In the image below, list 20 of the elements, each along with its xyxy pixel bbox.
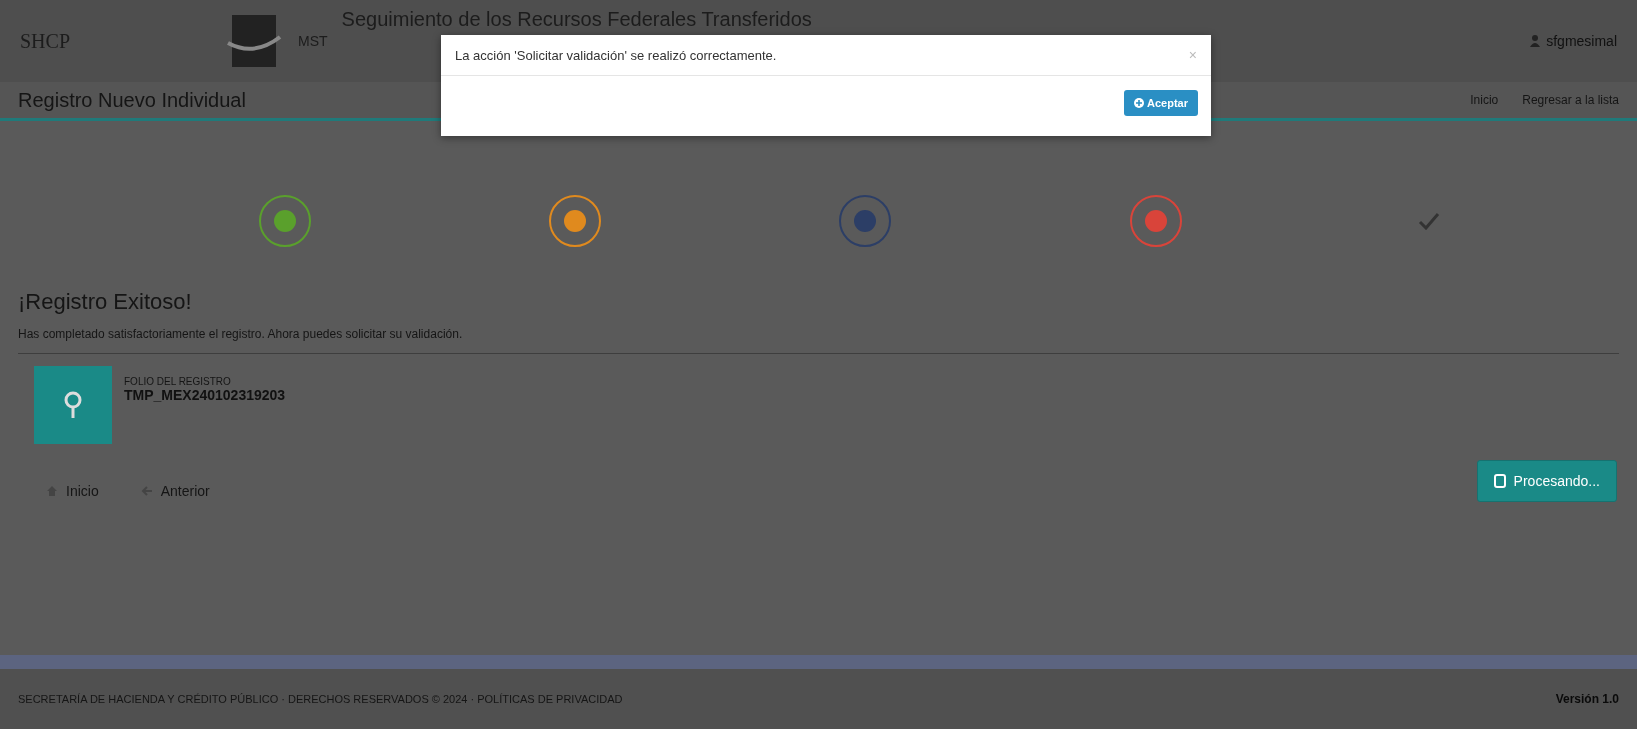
- header-link[interactable]: Inicio: [1470, 93, 1499, 107]
- pin-icon: [63, 390, 83, 420]
- processing-button[interactable]: Procesando...: [1476, 460, 1617, 502]
- user-icon: [1530, 35, 1541, 47]
- page-title: Registro Nuevo Individual: [18, 88, 246, 112]
- nav-button[interactable]: Inicio: [40, 482, 105, 500]
- folio-label: FOLIO DEL REGISTRO: [124, 376, 232, 387]
- success-message: Has completado satisfactoriamente el registro. Ahora puedes solicitar su validación.: [18, 327, 1619, 354]
- plus-circle-icon: [1134, 98, 1145, 108]
- success-heading: ¡Registro Exitoso!: [18, 289, 193, 316]
- emblem-icon: [224, 13, 284, 69]
- user-menu[interactable]: sfgmesimal: [1530, 33, 1617, 49]
- accept-button[interactable]: Aceptar: [1124, 90, 1198, 116]
- document-icon: [1493, 474, 1506, 488]
- folio-number: TMP_MEX240102319203: [124, 387, 286, 403]
- nav-button[interactable]: Anterior: [134, 482, 216, 500]
- dialog-message: La acción 'Solicitar validación' se realizó correctamente.: [455, 47, 777, 63]
- header-link[interactable]: Regresar a la lista: [1522, 93, 1619, 107]
- version-label: Versión 1.0: [1555, 692, 1619, 706]
- close-button[interactable]: ×: [1188, 47, 1197, 63]
